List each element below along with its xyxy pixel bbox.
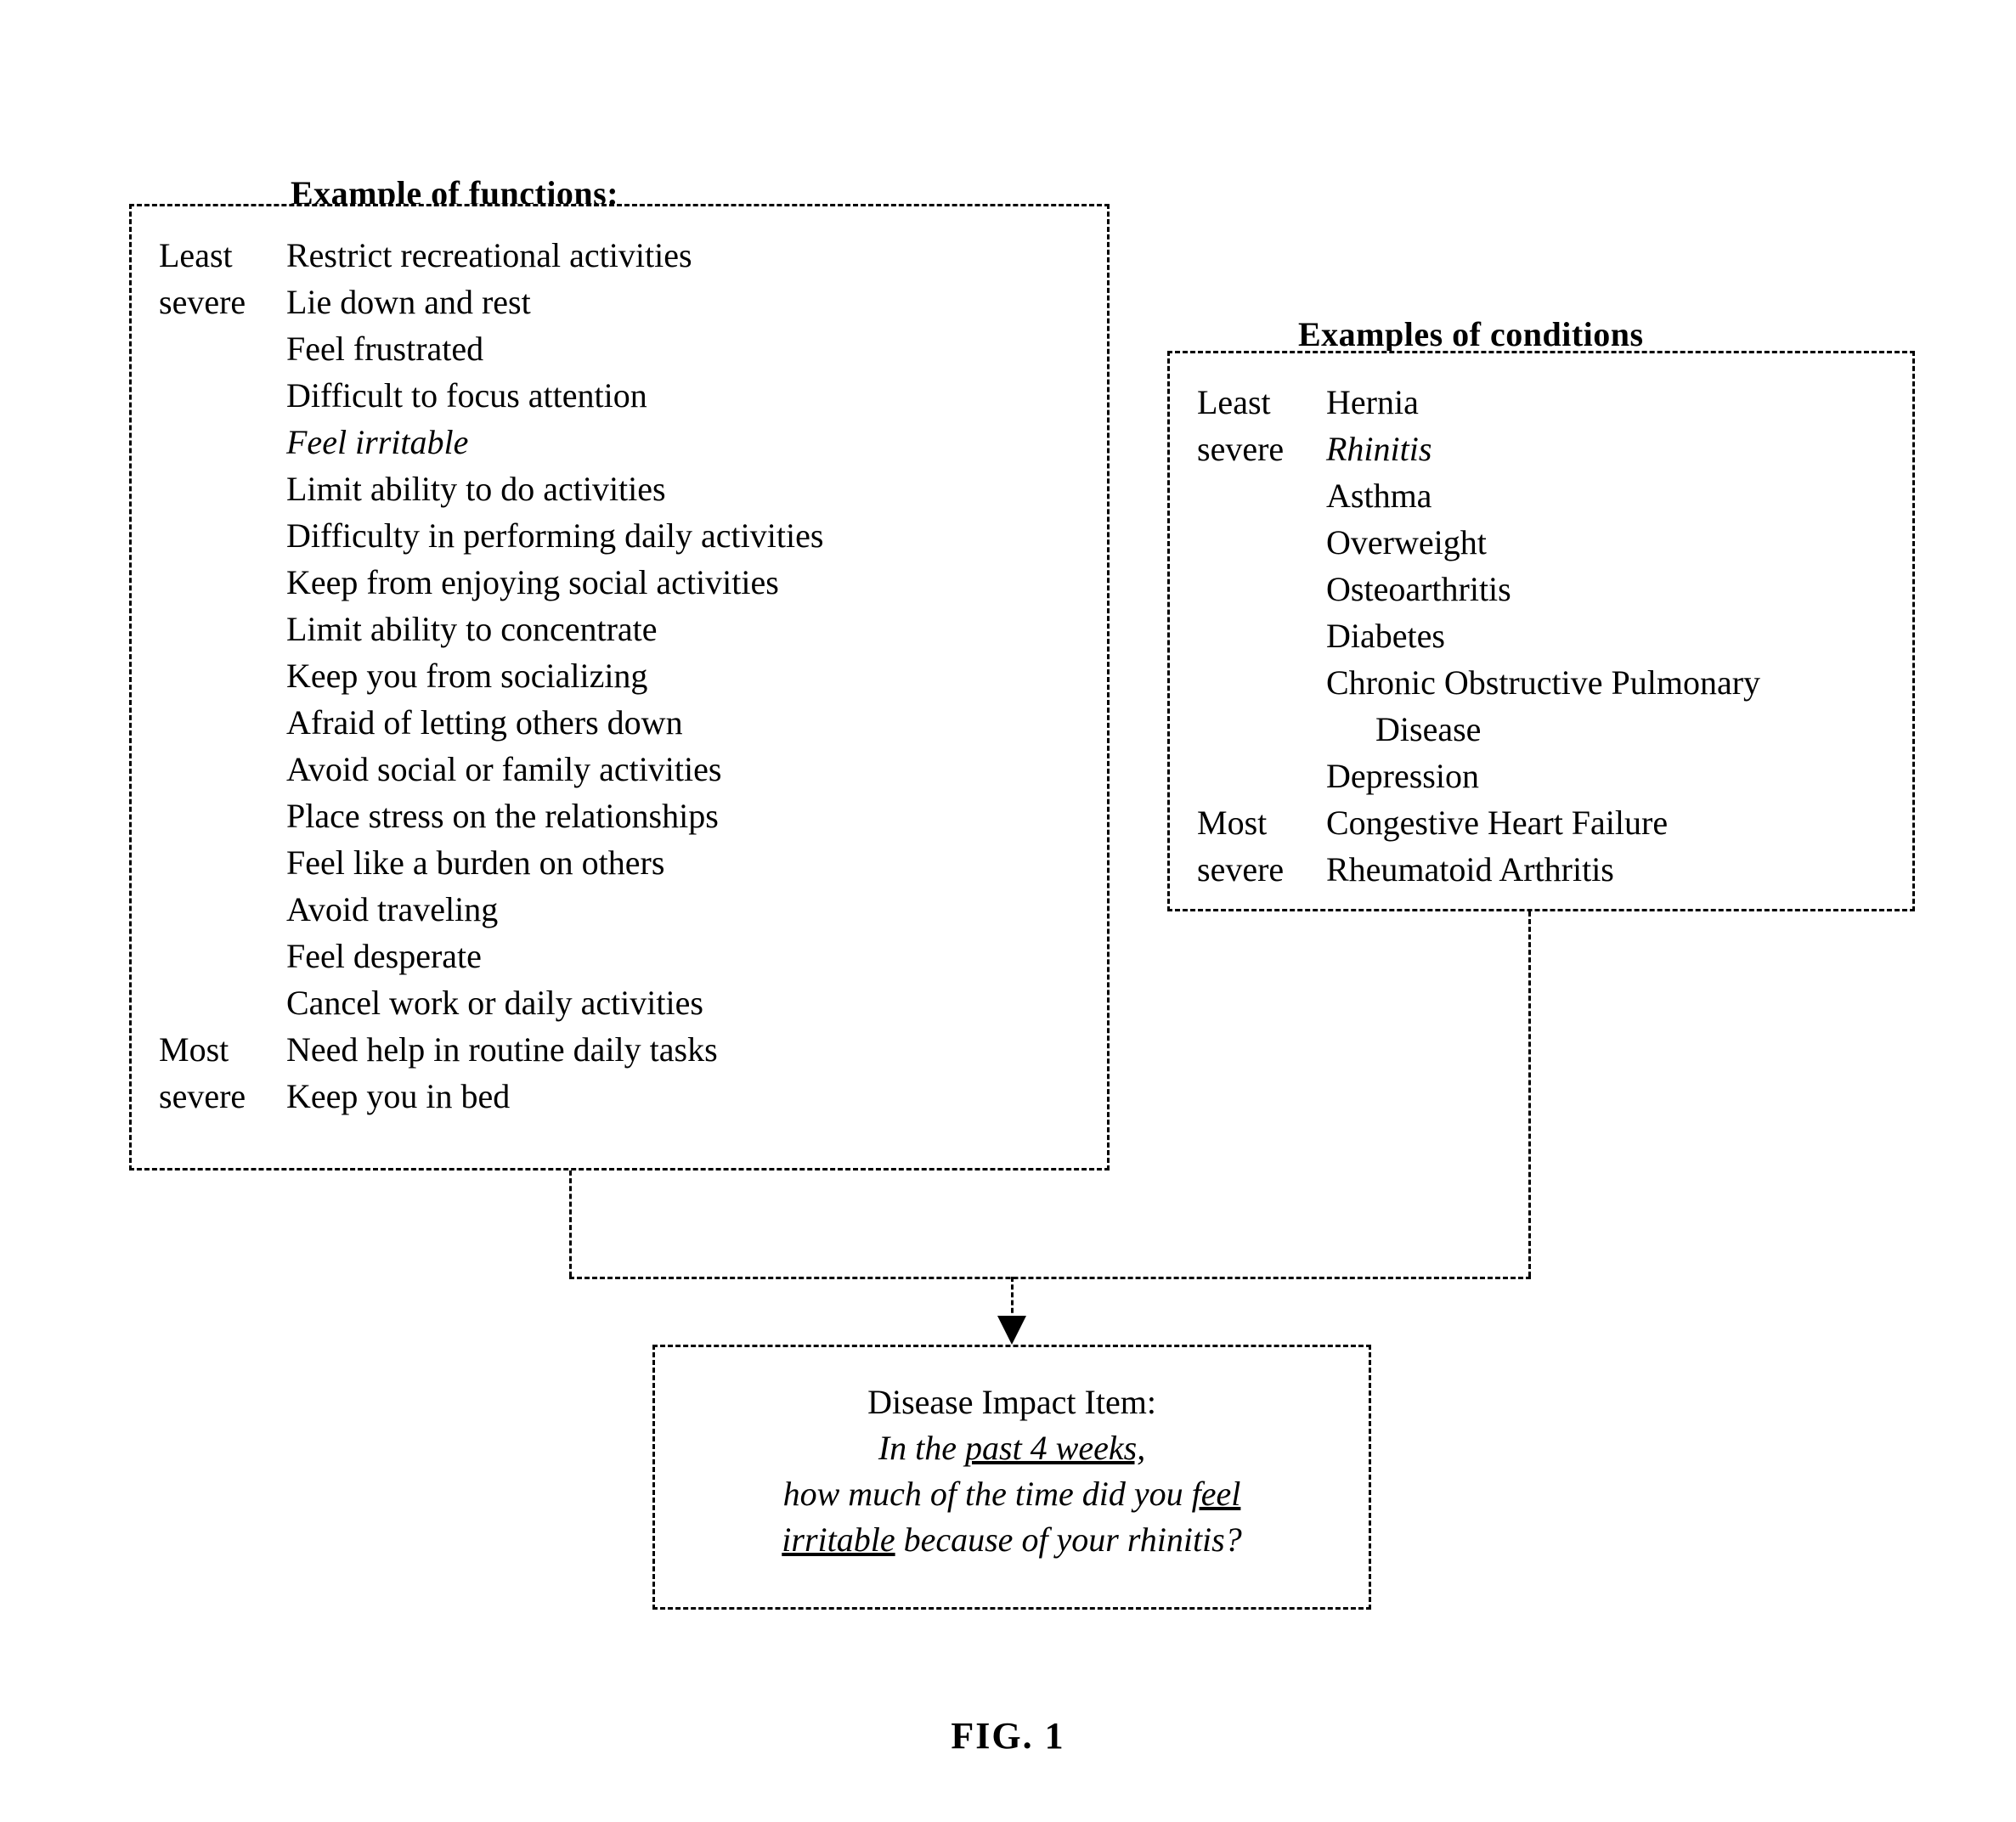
functions-list-item: Feel frustrated (159, 325, 823, 372)
functions-list-item: severe Keep you in bed (159, 1073, 823, 1120)
conditions-list-item: Depression (1197, 753, 1760, 799)
disease-impact-item-box: Disease Impact Item: In the past 4 weeks… (652, 1345, 1371, 1610)
connector-to-impact-box (1011, 1277, 1014, 1321)
severity-label: Most (1197, 804, 1268, 842)
severity-item-text: Overweight (1326, 523, 1487, 561)
severity-item-text: Diabetes (1326, 617, 1445, 655)
severity-item-text: Congestive Heart Failure (1326, 804, 1669, 842)
conditions-list-item: severe Rheumatoid Arthritis (1197, 846, 1760, 893)
severity-item-text: Feel frustrated (286, 330, 484, 368)
functions-list-item: Most Need help in routine daily tasks (159, 1026, 823, 1073)
severity-item-text: Keep you from socializing (286, 657, 648, 695)
severity-item-text: Disease (1375, 710, 1482, 748)
functions-list-item: Avoid social or family activities (159, 746, 823, 793)
conditions-list-item: Overweight (1197, 519, 1760, 566)
question-line3-post: because of your rhinitis? (895, 1520, 1242, 1559)
disease-impact-title: Disease Impact Item: (867, 1383, 1156, 1421)
figure-canvas: Example of functions: Emotional, social,… (0, 0, 2016, 1822)
severity-label: severe (1197, 850, 1285, 888)
severity-item-text: Avoid social or family activities (286, 750, 722, 788)
functions-list-item: Afraid of letting others down (159, 699, 823, 746)
severity-label: Least (1197, 383, 1271, 421)
severity-item-text: Feel like a burden on others (286, 843, 665, 882)
severity-item-text: Osteoarthritis (1326, 570, 1511, 608)
functions-list-item: Keep you from socializing (159, 652, 823, 699)
severity-item-text: Lie down and rest (286, 283, 531, 321)
severity-item-text: Avoid traveling (286, 890, 499, 928)
severity-label: severe (1197, 430, 1285, 468)
functions-list-item: Place stress on the relationships (159, 793, 823, 839)
severity-item-text: Feel irritable (286, 423, 469, 461)
conditions-list-item: Osteoarthritis (1197, 566, 1760, 612)
severity-item-text: Afraid of letting others down (286, 703, 683, 742)
functions-list-item: Cancel work or daily activities (159, 979, 823, 1026)
figure-caption: FIG. 1 (951, 1715, 1065, 1757)
functions-list-item: severe Lie down and rest (159, 279, 823, 325)
conditions-list-item: Chronic Obstructive Pulmonary (1197, 659, 1760, 706)
connector-horizontal-join (569, 1277, 1531, 1279)
severity-item-text: Need help in routine daily tasks (286, 1030, 718, 1069)
conditions-list-item: Disease (1197, 706, 1760, 753)
disease-impact-question-line3: irritable because of your rhinitis? (655, 1517, 1369, 1563)
functions-list-item: Feel desperate (159, 933, 823, 979)
functions-box: Least Restrict recreational activities sev… (129, 204, 1110, 1170)
conditions-list-item: Least Hernia (1197, 379, 1760, 426)
severity-item-text: Place stress on the relationships (286, 797, 719, 835)
functions-list-item: Keep from enjoying social activities (159, 559, 823, 606)
conditions-list-item: severe Rhinitis (1197, 426, 1760, 472)
functions-list-item: Least Restrict recreational activities (159, 232, 823, 279)
question-line2-pre: how much of the time did you (782, 1475, 1192, 1513)
functions-list-item: Avoid traveling (159, 886, 823, 933)
severity-item-text: Feel desperate (286, 937, 482, 975)
conditions-list-item: Diabetes (1197, 612, 1760, 659)
question-line1-pre: In the (878, 1429, 965, 1467)
disease-impact-content: Disease Impact Item: In the past 4 weeks… (655, 1347, 1369, 1563)
conditions-list-item: Asthma (1197, 472, 1760, 519)
conditions-severity-list: Least Hernia severe Rhinitis Asthma Overweigh… (1170, 353, 1760, 893)
arrow-head-icon (997, 1316, 1026, 1345)
question-line1-underlined: past 4 weeks, (965, 1429, 1146, 1467)
disease-impact-question-line2: how much of the time did you feel (655, 1471, 1369, 1517)
severity-item-text: Keep from enjoying social activities (286, 563, 779, 601)
severity-item-text: Chronic Obstructive Pulmonary (1326, 663, 1761, 702)
severity-label: severe (159, 283, 246, 321)
severity-item-text: Rhinitis (1326, 430, 1432, 468)
severity-item-text: Difficult to focus attention (286, 376, 647, 415)
functions-list-item: Feel like a burden on others (159, 839, 823, 886)
severity-item-text: Cancel work or daily activities (286, 984, 703, 1022)
severity-item-text: Difficulty in performing daily activitie… (286, 516, 824, 555)
severity-item-text: Limit ability to concentrate (286, 610, 658, 648)
severity-label: Most (159, 1030, 229, 1069)
severity-item-text: Hernia (1326, 383, 1419, 421)
functions-list-item: Feel irritable (159, 419, 823, 465)
severity-item-text: Keep you in bed (286, 1077, 511, 1115)
connector-from-conditions-box (1528, 911, 1531, 1277)
question-line3-underlined: irritable (782, 1520, 895, 1559)
conditions-list-item: Most Congestive Heart Failure (1197, 799, 1760, 846)
connector-from-functions-box (569, 1170, 572, 1277)
severity-label: severe (159, 1077, 246, 1115)
functions-list-item: Difficulty in performing daily activitie… (159, 512, 823, 559)
functions-list-item: Limit ability to do activities (159, 465, 823, 512)
severity-label: Least (159, 236, 233, 274)
severity-item-text: Depression (1326, 757, 1479, 795)
conditions-box: Least Hernia severe Rhinitis Asthma Overweigh… (1167, 351, 1915, 911)
severity-item-text: Restrict recreational activities (286, 236, 692, 274)
functions-list-item: Limit ability to concentrate (159, 606, 823, 652)
severity-item-text: Rheumatoid Arthritis (1326, 850, 1614, 888)
disease-impact-question-line1: In the past 4 weeks, (655, 1425, 1369, 1471)
question-line2-underlined: feel (1191, 1475, 1241, 1513)
functions-list-item: Difficult to focus attention (159, 372, 823, 419)
severity-item-text: Asthma (1326, 477, 1432, 515)
functions-severity-list: Least Restrict recreational activities sev… (132, 206, 823, 1120)
severity-item-text: Limit ability to do activities (286, 470, 666, 508)
